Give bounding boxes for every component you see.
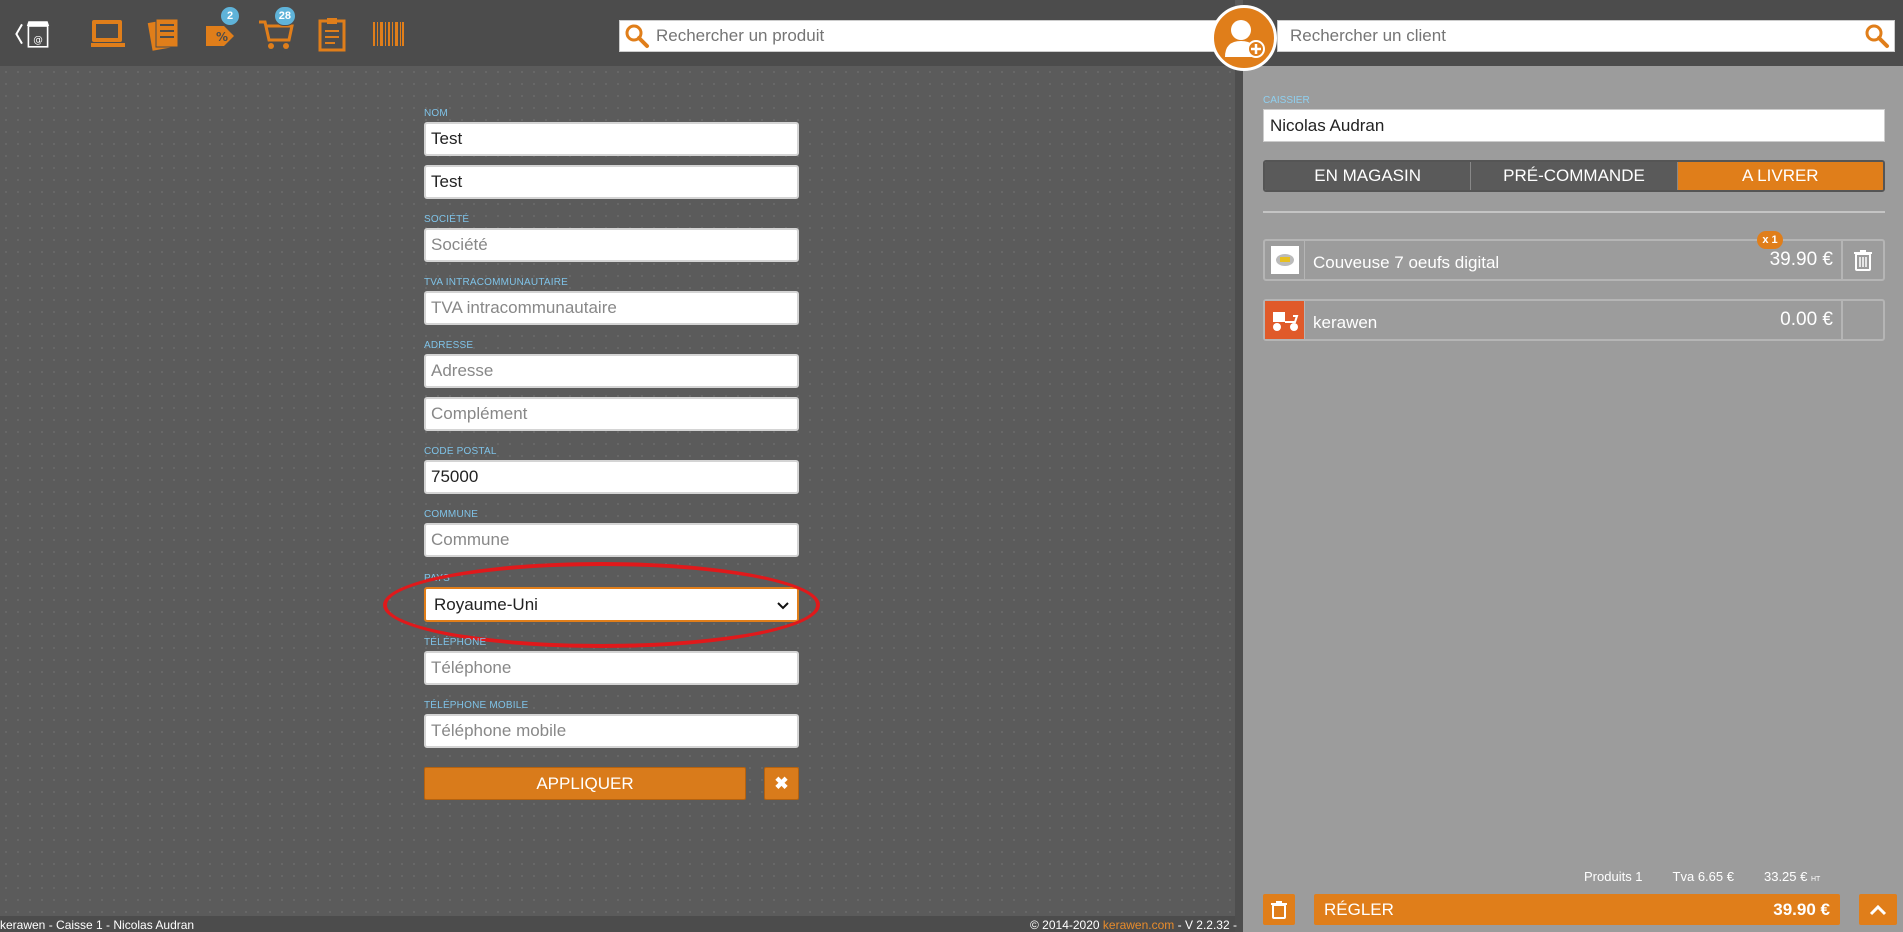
nom-label: NOM (424, 108, 448, 119)
delivery-thumbnail (1265, 301, 1305, 339)
search-client-bar[interactable] (1277, 20, 1895, 52)
products-count: Produits 1 (1584, 869, 1643, 884)
copyright-text: © 2014-2020 (1030, 918, 1103, 932)
product-thumbnail (1265, 241, 1305, 279)
societe-label: SOCIÉTÉ (424, 214, 470, 225)
code-postal-input[interactable] (431, 462, 797, 492)
chevron-up-icon (1869, 904, 1887, 916)
ht-unit: HT (1810, 876, 1821, 883)
scooter-icon (1269, 306, 1301, 334)
search-product-input[interactable] (650, 21, 1218, 51)
footer-copyright: © 2014-2020 kerawen.com - V 2.2.32 - (1030, 918, 1237, 932)
telephone-input[interactable] (431, 653, 797, 683)
svg-text:@: @ (33, 35, 43, 46)
pays-label: PAYS (424, 573, 450, 584)
panel-divider (1235, 66, 1243, 932)
back-shop-icon[interactable]: @ (14, 14, 54, 54)
order-type-tabs: EN MAGASIN PRÉ-COMMANDE A LIVRER (1263, 160, 1885, 192)
prenom-field[interactable] (424, 165, 799, 199)
pay-button[interactable]: RÉGLER 39.90 € (1314, 894, 1840, 925)
complement-input[interactable] (431, 399, 797, 429)
cart-item-name: Couveuse 7 oeufs digital (1313, 253, 1500, 272)
tab-en-magasin[interactable]: EN MAGASIN (1265, 162, 1472, 190)
trash-icon (1853, 249, 1873, 271)
cashier-field[interactable]: Nicolas Audran (1263, 109, 1885, 142)
empty-action-cell (1841, 301, 1883, 339)
nom-field[interactable] (424, 122, 799, 156)
documents-icon[interactable] (144, 14, 184, 54)
prenom-input[interactable] (431, 167, 797, 197)
search-icon (624, 23, 650, 49)
cart-icon[interactable]: 28 (256, 6, 296, 54)
commune-field[interactable] (424, 523, 799, 557)
cart-item-name: kerawen (1313, 313, 1378, 332)
tab-pre-commande[interactable]: PRÉ-COMMANDE (1471, 162, 1678, 190)
code-postal-label: CODE POSTAL (424, 446, 497, 457)
apply-button[interactable]: APPLIQUER (424, 767, 746, 800)
tva-label: TVA INTRACOMMUNAUTAIRE (424, 277, 569, 288)
add-user-icon (1219, 13, 1269, 63)
tva-total: Tva 6.65 € (1672, 869, 1734, 884)
societe-field[interactable] (424, 228, 799, 262)
clipboard-icon[interactable] (312, 14, 352, 54)
mobile-input[interactable] (431, 716, 797, 746)
pays-select[interactable]: Royaume-Uni (424, 587, 799, 622)
mobile-field[interactable] (424, 714, 799, 748)
version-text: - V 2.2.32 - (1174, 918, 1237, 932)
search-client-input[interactable] (1278, 21, 1864, 51)
pay-label: RÉGLER (1324, 899, 1394, 919)
barcode-icon[interactable] (368, 14, 408, 54)
cart-item[interactable]: kerawen 0.00 € (1263, 299, 1885, 341)
totals-summary: Produits 1 Tva 6.65 € 33.25 € HT (1584, 869, 1820, 884)
expand-button[interactable] (1859, 894, 1897, 925)
cart-item[interactable]: Couveuse 7 oeufs digital 39.90 € (1263, 239, 1885, 281)
ht-amount: 33.25 € (1763, 869, 1808, 884)
delete-item-button[interactable] (1841, 241, 1883, 279)
nom-input[interactable] (431, 124, 797, 154)
discount-icon[interactable]: % 2 (200, 6, 240, 54)
clear-cart-button[interactable] (1263, 894, 1295, 925)
add-client-button[interactable] (1211, 5, 1277, 71)
svg-text:%: % (216, 30, 228, 44)
complement-field[interactable] (424, 397, 799, 431)
close-form-button[interactable]: ✖ (764, 767, 799, 800)
tab-a-livrer[interactable]: A LIVRER (1677, 162, 1883, 190)
code-postal-field[interactable] (424, 460, 799, 494)
kerawen-link[interactable]: kerawen.com (1103, 918, 1174, 932)
cashier-label: CAISSIER (1263, 95, 1310, 106)
screen-icon[interactable] (88, 14, 128, 54)
societe-input[interactable] (431, 230, 797, 260)
cart-item-price: 0.00 € (1780, 309, 1833, 330)
adresse-label: ADRESSE (424, 340, 474, 351)
chevron-down-icon (777, 595, 789, 615)
cart-badge: 28 (273, 6, 296, 26)
mobile-label: TÉLÉPHONE MOBILE (424, 700, 529, 711)
pays-value: Royaume-Uni (434, 594, 538, 614)
quantity-badge: x 1 (1757, 231, 1783, 249)
adresse-input[interactable] (431, 356, 797, 386)
trash-icon (1271, 900, 1287, 919)
cart-item-price: 39.90 € (1769, 249, 1833, 270)
commune-label: COMMUNE (424, 509, 479, 520)
tva-field[interactable] (424, 291, 799, 325)
commune-input[interactable] (431, 525, 797, 555)
telephone-field[interactable] (424, 651, 799, 685)
search-icon (1864, 23, 1890, 49)
footer-session-info: kerawen - Caisse 1 - Nicolas Audran (0, 918, 195, 932)
tva-input[interactable] (431, 293, 797, 323)
tabs-separator (1263, 211, 1885, 213)
ht-total: 33.25 € HT (1764, 869, 1820, 884)
search-product-bar[interactable] (619, 20, 1219, 52)
telephone-label: TÉLÉPHONE (424, 637, 487, 648)
pay-amount: 39.90 € (1773, 899, 1830, 919)
discount-badge: 2 (220, 6, 240, 26)
adresse-field[interactable] (424, 354, 799, 388)
